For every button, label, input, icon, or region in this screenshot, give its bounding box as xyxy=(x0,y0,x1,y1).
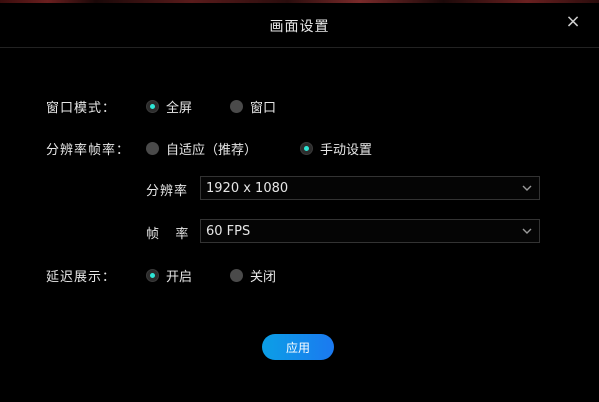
radio-delay-off[interactable]: 关闭 xyxy=(230,266,276,285)
radio-manual[interactable]: 手动设置 xyxy=(300,139,372,158)
window-mode-label: 窗口模式： xyxy=(46,101,117,116)
chevron-down-icon xyxy=(522,185,532,191)
resolution-select[interactable]: 1920 x 1080 xyxy=(200,176,540,200)
delay-display-label: 延迟展示： xyxy=(46,270,117,285)
radio-windowed[interactable]: 窗口 xyxy=(230,97,276,116)
dialog-header: 画面设置 × xyxy=(0,3,599,48)
display-settings-dialog: 画面设置 × 窗口模式： 全屏 窗口 分辨率帧率： 自适应（推荐） 手动设置 分… xyxy=(0,0,599,402)
dialog-title: 画面设置 xyxy=(269,19,330,35)
radio-adaptive[interactable]: 自适应（推荐） xyxy=(146,139,257,158)
framerate-value: 60 FPS xyxy=(206,224,251,239)
resolution-framerate-label: 分辨率帧率： xyxy=(46,143,131,158)
radio-fullscreen-label: 全屏 xyxy=(166,101,193,116)
radio-manual-dot[interactable] xyxy=(300,142,313,155)
resolution-label: 分辨率 xyxy=(146,184,189,199)
radio-windowed-label: 窗口 xyxy=(250,101,277,116)
apply-button[interactable]: 应用 xyxy=(262,334,334,360)
radio-manual-label: 手动设置 xyxy=(320,143,373,158)
radio-fullscreen[interactable]: 全屏 xyxy=(146,97,192,116)
framerate-label: 帧 率 xyxy=(146,227,190,242)
resolution-value: 1920 x 1080 xyxy=(206,181,289,196)
radio-delay-off-label: 关闭 xyxy=(250,270,277,285)
chevron-down-icon xyxy=(522,228,532,234)
radio-delay-on[interactable]: 开启 xyxy=(146,266,192,285)
radio-delay-off-dot[interactable] xyxy=(230,269,243,282)
close-icon[interactable]: × xyxy=(563,12,583,32)
radio-fullscreen-dot[interactable] xyxy=(146,100,159,113)
radio-delay-on-label: 开启 xyxy=(166,270,193,285)
framerate-select[interactable]: 60 FPS xyxy=(200,219,540,243)
radio-windowed-dot[interactable] xyxy=(230,100,243,113)
radio-delay-on-dot[interactable] xyxy=(146,269,159,282)
radio-adaptive-label: 自适应（推荐） xyxy=(166,143,258,158)
radio-adaptive-dot[interactable] xyxy=(146,142,159,155)
